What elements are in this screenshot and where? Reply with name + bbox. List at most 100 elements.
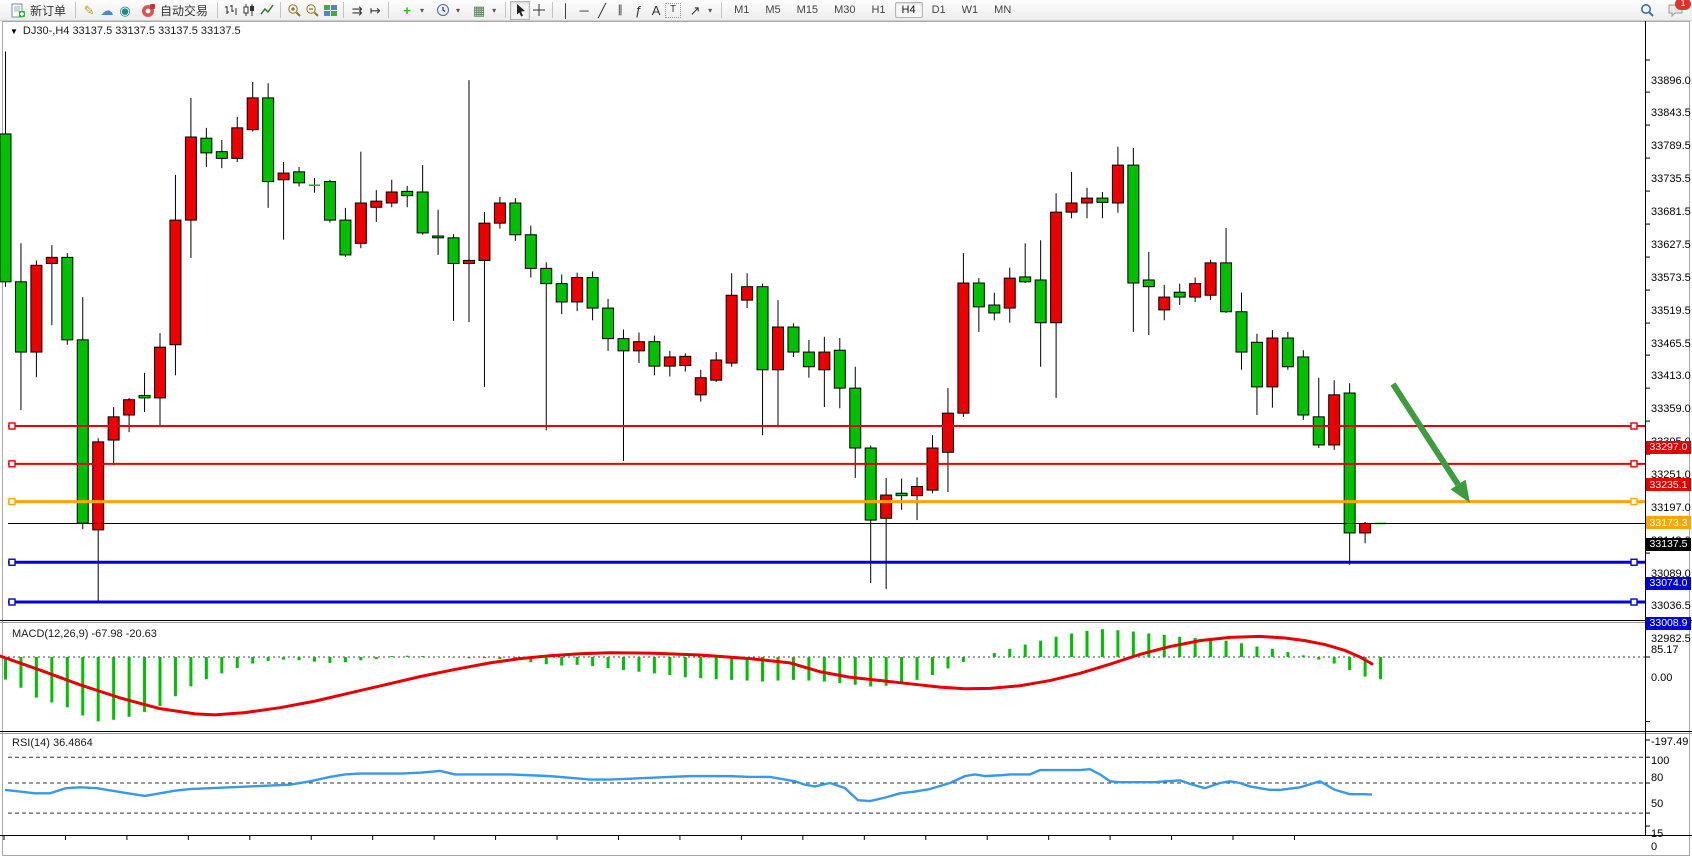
line-handle[interactable] [1631, 461, 1637, 467]
timeframe-m5[interactable]: M5 [758, 2, 787, 18]
fibonacci-tool-icon[interactable]: ƒ [629, 2, 647, 19]
rsi-axis-label: 15 [1651, 828, 1663, 840]
chart-title-bar: ▼ DJ30-,H4 33137.5 33137.5 33137.5 33137… [10, 25, 241, 37]
separator [552, 2, 553, 18]
separator [343, 2, 344, 18]
price-level-badge: 33074.0 [1646, 577, 1691, 590]
line-handle[interactable] [9, 559, 15, 565]
chevron-down-icon: ▾ [456, 6, 460, 15]
one-click-trading-toggle-icon[interactable]: ▼ [10, 27, 18, 36]
rsi-axis-label: 0 [1651, 841, 1657, 853]
profiles-icon[interactable]: ☁ [98, 2, 116, 19]
indicators-icon: + [398, 2, 416, 19]
macd-axis-label: 85.17 [1651, 644, 1679, 656]
timeframe-h4[interactable]: H4 [895, 2, 923, 18]
bar-chart-icon[interactable] [222, 2, 240, 19]
price-axis-label: 33036.5 [1651, 600, 1691, 612]
template-icon: ▦ [470, 2, 488, 19]
timeframe-h1[interactable]: H1 [864, 2, 892, 18]
line-handle[interactable] [9, 461, 15, 467]
rsi-axis-label: 50 [1651, 798, 1663, 810]
line-chart-icon[interactable] [258, 2, 276, 19]
indicators-button[interactable]: +▾ [393, 0, 429, 21]
candles [0, 51, 1386, 601]
price-axis-label: 33789.5 [1651, 140, 1691, 152]
price-level-badge: 33297.0 [1646, 441, 1691, 454]
line-handle[interactable] [9, 423, 15, 429]
rsi-axis-label: 80 [1651, 772, 1663, 784]
price-level-badge: 33008.9 [1646, 617, 1691, 630]
chart-shift-icon[interactable]: ↦ [366, 2, 384, 19]
auto-scroll-icon[interactable]: ⇉ [348, 2, 366, 19]
new-order-button[interactable]: 新订单 [4, 0, 71, 21]
chart-title: DJ30-,H4 33137.5 33137.5 33137.5 33137.5 [23, 25, 241, 37]
mt4-window: { "toolbar": { "new_order_label": "新订单",… [0, 0, 1692, 857]
macd-axis-label: 0.00 [1651, 672, 1672, 684]
price-axis-label: 33465.5 [1651, 338, 1691, 350]
timeframe-m15[interactable]: M15 [790, 2, 825, 18]
templates-button[interactable]: ▦▾ [465, 0, 501, 21]
notification-badge: 1 [1675, 0, 1691, 10]
chevron-down-icon: ▾ [420, 6, 424, 15]
macd-histogram [6, 629, 1381, 721]
channel-tool-icon[interactable]: ∥ [611, 2, 629, 19]
text-tool-icon[interactable]: A [647, 2, 665, 19]
autotrading-icon [139, 2, 157, 19]
periods-button[interactable]: ▾ [429, 0, 465, 21]
cursor-icon[interactable] [510, 1, 530, 20]
macd-axis-label: -197.49 [1651, 736, 1688, 748]
chevron-down-icon: ▾ [708, 6, 712, 15]
price-level-badge: 33235.1 [1646, 478, 1691, 491]
line-handle[interactable] [1631, 423, 1637, 429]
price-axis-label: 33735.5 [1651, 173, 1691, 185]
timeframe-d1[interactable]: D1 [925, 2, 953, 18]
timeframe-w1[interactable]: W1 [955, 2, 986, 18]
vertical-line-tool-icon[interactable]: │ [557, 2, 575, 19]
zoom-out-icon[interactable] [303, 2, 321, 19]
line-handle[interactable] [1631, 599, 1637, 605]
rsi-axis-label: 100 [1651, 755, 1669, 767]
new-order-icon [9, 2, 27, 19]
timeframe-m30[interactable]: M30 [827, 2, 862, 18]
alerts-icon[interactable]: ◉ [116, 2, 134, 19]
separator [505, 2, 506, 18]
new-order-label: 新订单 [30, 2, 66, 19]
notifications-icon[interactable]: 1 [1666, 2, 1684, 19]
line-handle[interactable] [9, 599, 15, 605]
tile-windows-icon[interactable] [321, 2, 339, 19]
trendline-tool-icon[interactable]: ╱ [593, 2, 611, 19]
price-axis-label: 33573.5 [1651, 272, 1691, 284]
zoom-in-icon[interactable] [285, 2, 303, 19]
search-icon[interactable] [1638, 2, 1656, 19]
text-label-tool-icon[interactable]: T [665, 3, 681, 18]
line-handle[interactable] [1631, 559, 1637, 565]
line-handle[interactable] [9, 499, 15, 505]
shapes-button[interactable]: ↗▾ [681, 0, 717, 21]
clock-icon [434, 2, 452, 19]
timeframe-mn[interactable]: MN [987, 2, 1018, 18]
price-axis-label: 33519.5 [1651, 305, 1691, 317]
rsi-line [5, 769, 1372, 801]
price-axis-label: 33843.5 [1651, 107, 1691, 119]
price-axis-label: 33413.0 [1651, 370, 1691, 382]
price-axis-label: 33681.5 [1651, 206, 1691, 218]
macd-label: MACD(12,26,9) -67.98 -20.63 [12, 628, 157, 640]
main-toolbar: 新订单 ✎ ☁ ◉ 自动交易 ⇉ [0, 0, 1692, 21]
candlestick-chart-icon[interactable] [240, 2, 258, 19]
trend-arrow[interactable] [1393, 384, 1458, 485]
chart-window[interactable]: ▼ DJ30-,H4 33137.5 33137.5 33137.5 33137… [0, 21, 1692, 857]
crayon-icon[interactable]: ✎ [80, 2, 98, 19]
separator [388, 2, 389, 18]
separator [75, 2, 76, 18]
price-axis-label: 33896.0 [1651, 75, 1691, 87]
autotrading-button[interactable]: 自动交易 [134, 0, 213, 21]
crosshair-icon[interactable] [530, 2, 548, 19]
chart-plot[interactable] [0, 21, 1692, 857]
horizontal-line-tool-icon[interactable]: ─ [575, 2, 593, 19]
separator [217, 2, 218, 18]
price-axis-label: 33197.0 [1651, 502, 1691, 514]
autotrading-label: 自动交易 [160, 2, 208, 19]
line-handle[interactable] [1631, 499, 1637, 505]
timeframe-m1[interactable]: M1 [727, 2, 756, 18]
price-axis-label: 33359.0 [1651, 403, 1691, 415]
